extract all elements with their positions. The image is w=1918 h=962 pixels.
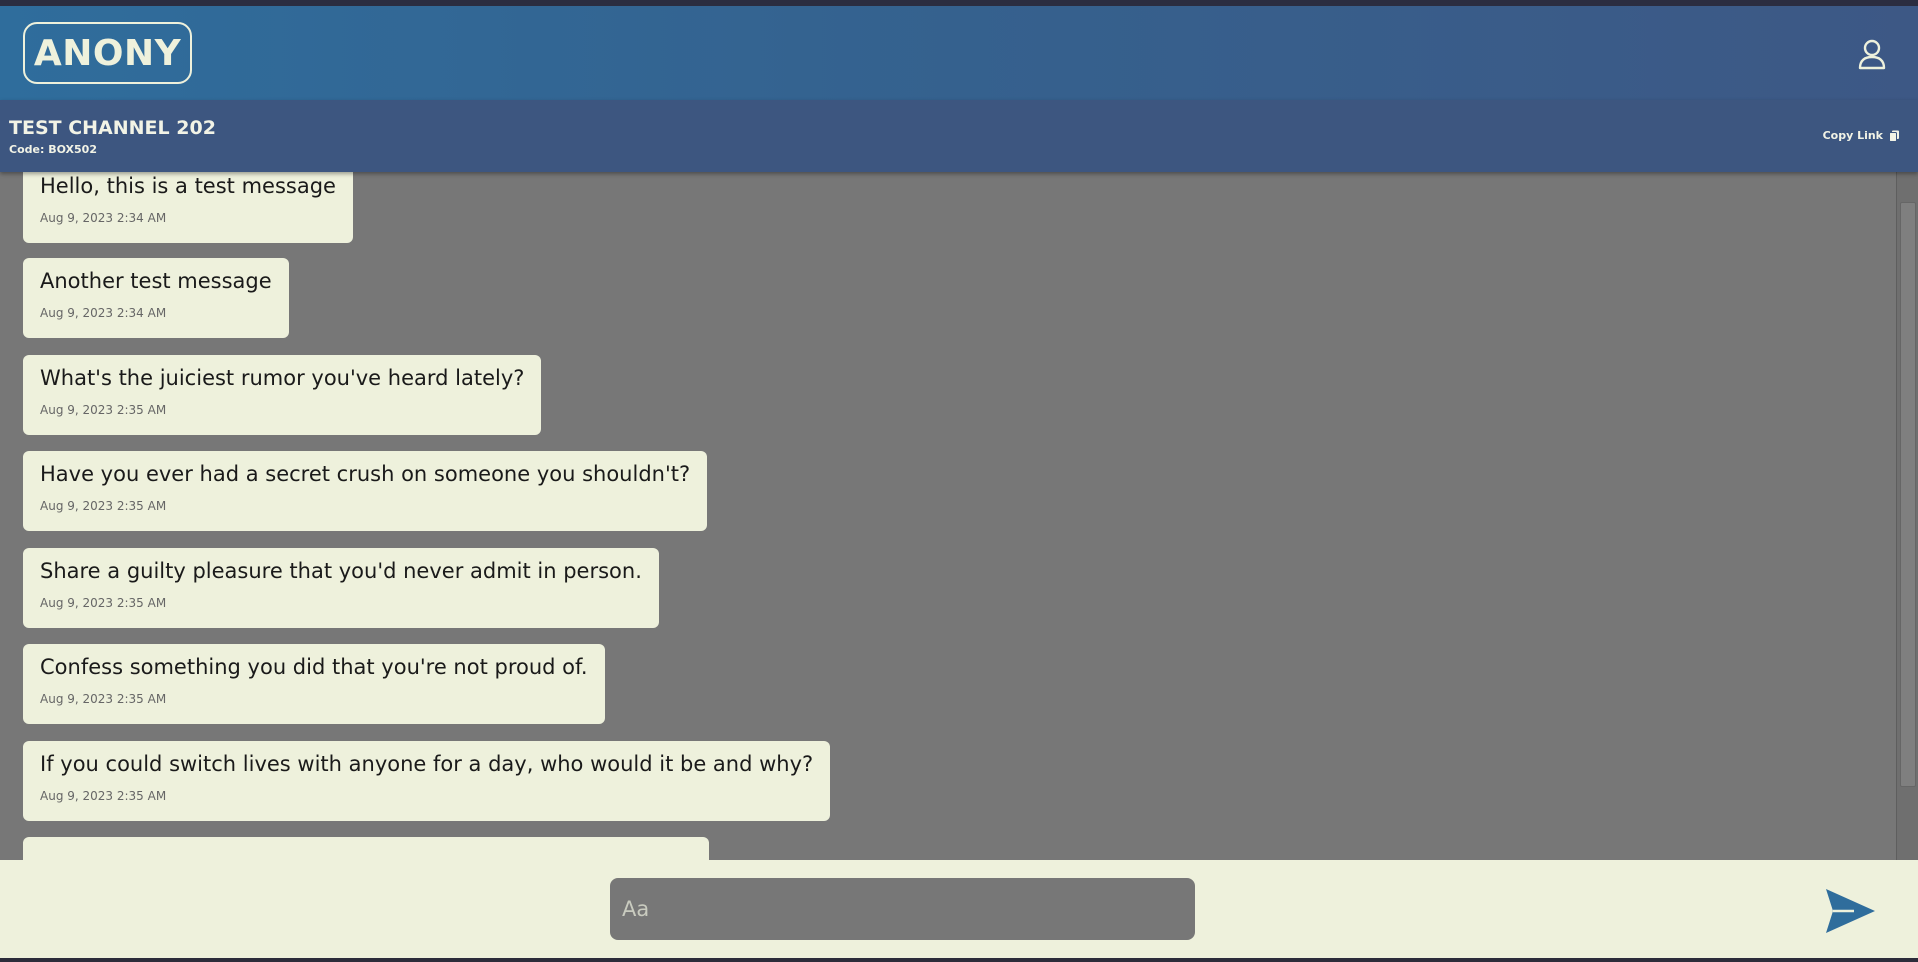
message-text: Share a guilty pleasure that you'd never… [40, 559, 642, 583]
message-bubble-partial [23, 837, 709, 860]
message-text: Confess something you did that you're no… [40, 655, 588, 679]
message-input[interactable] [610, 878, 1195, 940]
message-timestamp: Aug 9, 2023 2:35 AM [40, 499, 167, 513]
channel-code: Code: BOX502 [9, 143, 97, 156]
app-logo[interactable]: ANONY [23, 22, 192, 84]
message-bubble: Hello, this is a test message Aug 9, 202… [23, 172, 353, 243]
message-composer [0, 860, 1918, 962]
user-icon [1858, 39, 1886, 70]
message-bubble: What's the juiciest rumor you've heard l… [23, 355, 542, 435]
message-text: Have you ever had a secret crush on some… [40, 462, 691, 486]
message-bubble: Another test message Aug 9, 2023 2:34 AM [23, 258, 289, 338]
copy-icon [1889, 130, 1899, 142]
message-feed[interactable]: Hello, this is a test message Aug 9, 202… [0, 172, 1918, 860]
copy-link-label: Copy Link [1822, 129, 1883, 142]
message-text: What's the juiciest rumor you've heard l… [40, 366, 525, 390]
message-timestamp: Aug 9, 2023 2:35 AM [40, 789, 167, 803]
message-timestamp: Aug 9, 2023 2:35 AM [40, 403, 167, 417]
feed-scrollbar[interactable] [1896, 172, 1918, 860]
message-bubble: Have you ever had a secret crush on some… [23, 451, 708, 531]
message-text: If you could switch lives with anyone fo… [40, 752, 814, 776]
window-bottom-strip [0, 958, 1918, 962]
message-text: Another test message [40, 269, 272, 293]
copy-link-button[interactable]: Copy Link [1823, 129, 1900, 142]
message-bubble: If you could switch lives with anyone fo… [23, 741, 831, 821]
message-bubble: Share a guilty pleasure that you'd never… [23, 548, 659, 628]
message-timestamp: Aug 9, 2023 2:34 AM [40, 211, 167, 225]
message-timestamp: Aug 9, 2023 2:35 AM [40, 692, 167, 706]
message-bubble: Confess something you did that you're no… [23, 644, 605, 724]
channel-title: TEST CHANNEL 202 [9, 117, 216, 139]
profile-button[interactable] [1852, 34, 1892, 74]
scrollbar-thumb[interactable] [1900, 202, 1916, 787]
app-header: ANONY [0, 6, 1918, 100]
message-timestamp: Aug 9, 2023 2:35 AM [40, 596, 167, 610]
send-button[interactable] [1824, 886, 1878, 936]
send-icon [1826, 889, 1875, 933]
message-timestamp: Aug 9, 2023 2:34 AM [40, 306, 167, 320]
channel-bar: TEST CHANNEL 202 Code: BOX502 Copy Link [0, 100, 1918, 172]
message-text: Hello, this is a test message [40, 174, 336, 198]
